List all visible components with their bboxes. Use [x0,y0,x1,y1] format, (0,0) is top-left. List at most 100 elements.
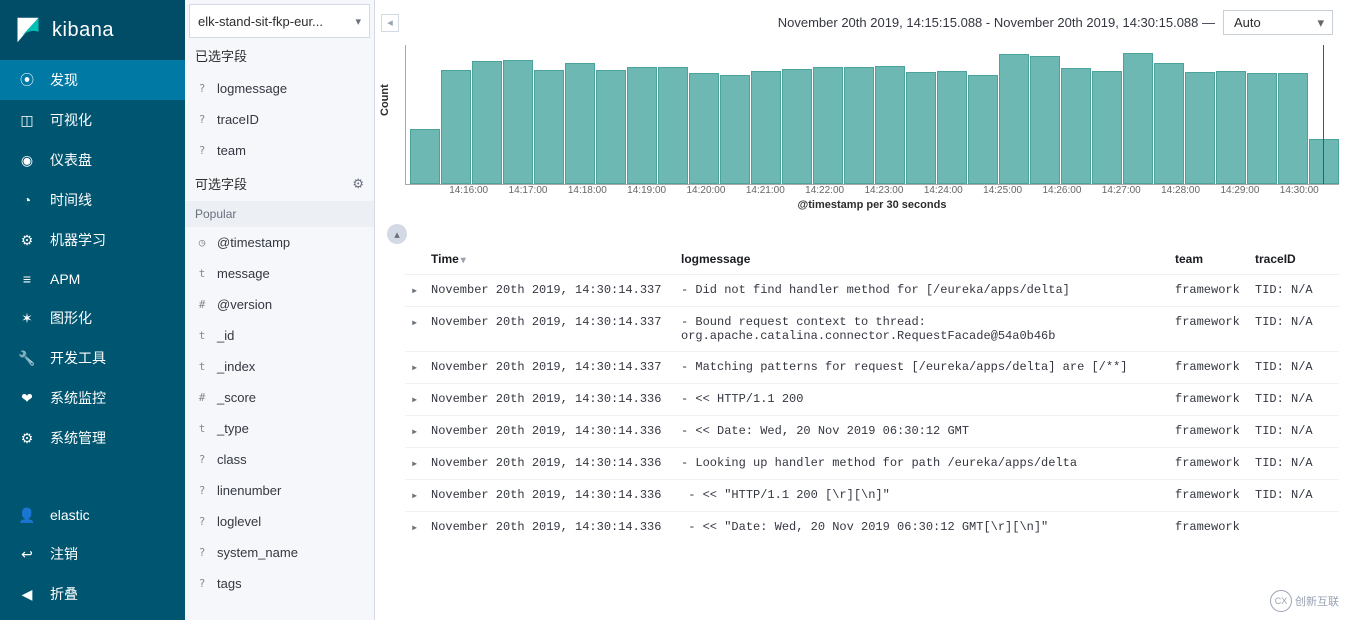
nav-label: 图形化 [50,308,92,328]
field-type-icon: ? [195,113,209,126]
index-pattern-selector[interactable]: elk-stand-sit-fkp-eur... ▾ [189,4,370,38]
expand-row-icon[interactable]: ▸ [405,275,425,307]
table-row: ▸ November 20th 2019, 14:30:14.336 - << … [405,384,1339,416]
histogram-bar[interactable] [689,73,719,184]
field-item-_index[interactable]: t_index [185,351,374,382]
interval-selector[interactable]: Auto [1223,10,1333,35]
histogram-bar[interactable] [1185,72,1215,184]
histogram-bar[interactable] [410,129,440,185]
histogram-bar[interactable] [1154,63,1184,184]
field-item-_score[interactable]: #_score [185,382,374,413]
field-item-@version[interactable]: #@version [185,289,374,320]
expand-row-icon[interactable]: ▸ [405,448,425,480]
expand-row-icon[interactable]: ▸ [405,384,425,416]
table-row: ▸ November 20th 2019, 14:30:14.336 - Loo… [405,448,1339,480]
column-header-time[interactable]: Time▾ [425,244,675,275]
nav-icon: ⚙ [18,231,36,249]
available-fields-header: 可选字段 ⚙ [185,166,374,201]
histogram-bar[interactable] [534,70,564,184]
expand-row-icon[interactable]: ▸ [405,512,425,544]
nav-icon: ◉ [18,151,36,169]
field-item-linenumber[interactable]: ?linenumber [185,475,374,506]
cell-time: November 20th 2019, 14:30:14.337 [425,352,675,384]
field-item-_id[interactable]: t_id [185,320,374,351]
histogram-bar[interactable] [813,67,843,184]
histogram-bar[interactable] [720,75,750,185]
histogram-bar[interactable] [441,70,471,184]
cell-team: framework [1169,448,1249,480]
field-item-team[interactable]: ?team [185,135,374,166]
nav-item-7[interactable]: 🔧开发工具 [0,338,185,378]
nav-item-9[interactable]: ⚙系统管理 [0,418,185,458]
nav-item-4[interactable]: ⚙ 机器学习 [0,220,185,260]
histogram-bar[interactable] [596,70,626,184]
histogram-bar[interactable] [1030,56,1060,184]
histogram-bar[interactable] [906,72,936,184]
cell-traceid: TID: N/A [1249,416,1339,448]
logo[interactable]: kibana [0,0,185,60]
field-item-@timestamp[interactable]: ◷@timestamp [185,227,374,258]
histogram-bar[interactable] [875,66,905,184]
nav-item-1[interactable]: ◫可视化 [0,100,185,140]
histogram-bar[interactable] [472,61,502,184]
nav-icon: 🔧 [18,349,36,367]
expand-row-icon[interactable]: ▸ [405,307,425,352]
field-item-logmessage[interactable]: ?logmessage [185,73,374,104]
nav-item-8[interactable]: ❤系统监控 [0,378,185,418]
histogram-bar[interactable] [968,75,998,185]
column-header-logmessage[interactable]: logmessage [675,244,1169,275]
scroll-to-top-icon[interactable]: ▴ [387,224,407,244]
nav-label: 机器学习 [50,230,106,250]
histogram-bar[interactable] [1061,68,1091,184]
nav-footer-item-2[interactable]: ◀折叠 [0,574,185,614]
histogram-bar[interactable] [565,63,595,184]
histogram-bar[interactable] [999,54,1029,185]
histogram-bar[interactable] [751,71,781,184]
histogram-bar[interactable] [844,67,874,184]
field-item-_type[interactable]: t_type [185,413,374,444]
field-type-icon: ? [195,484,209,497]
nav-footer-item-0[interactable]: 👤elastic [0,496,185,534]
histogram-bar[interactable] [627,67,657,184]
nav-item-3[interactable]: ◔时间线 [0,180,185,220]
nav-label: 发现 [50,70,78,90]
field-type-icon: ? [195,577,209,590]
histogram-bar[interactable] [1278,73,1308,184]
nav-footer-item-1[interactable]: ↩注销 [0,534,185,574]
histogram-bar[interactable] [503,60,533,184]
histogram-bar[interactable] [1092,71,1122,184]
histogram-bar[interactable] [658,67,688,184]
index-pattern-label: elk-stand-sit-fkp-eur... [198,14,323,29]
nav-item-5[interactable]: ≡APM [0,260,185,298]
field-item-loglevel[interactable]: ?loglevel [185,506,374,537]
nav-item-6[interactable]: ✶图形化 [0,298,185,338]
cell-traceid: TID: N/A [1249,480,1339,512]
watermark: CX 创新互联 [1266,588,1343,614]
histogram-bar[interactable] [1123,53,1153,184]
histogram-bar[interactable] [1216,71,1246,184]
field-item-traceID[interactable]: ?traceID [185,104,374,135]
field-item-message[interactable]: tmessage [185,258,374,289]
expand-row-icon[interactable]: ▸ [405,480,425,512]
documents-table: Time▾ logmessage team traceID ▸ November… [375,244,1349,620]
x-tick: 14:18:00 [558,185,617,196]
nav-item-0[interactable]: ⦿发现 [0,60,185,100]
column-header-traceid[interactable]: traceID [1249,244,1339,275]
cell-traceid [1249,512,1339,544]
cell-traceid: TID: N/A [1249,352,1339,384]
nav-label: 时间线 [50,190,92,210]
field-item-class[interactable]: ?class [185,444,374,475]
column-header-team[interactable]: team [1169,244,1249,275]
collapse-sidebar-icon[interactable]: ◂ [381,14,399,32]
cell-time: November 20th 2019, 14:30:14.336 [425,512,675,544]
histogram-bar[interactable] [1247,73,1277,184]
field-item-system_name[interactable]: ?system_name [185,537,374,568]
field-item-tags[interactable]: ?tags [185,568,374,599]
histogram-bar[interactable] [782,69,812,184]
expand-row-icon[interactable]: ▸ [405,416,425,448]
cell-logmessage: - Bound request context to thread: org.a… [675,307,1169,352]
expand-row-icon[interactable]: ▸ [405,352,425,384]
nav-item-2[interactable]: ◉仪表盘 [0,140,185,180]
histogram-bar[interactable] [937,71,967,184]
fields-settings-icon[interactable]: ⚙ [352,176,364,192]
